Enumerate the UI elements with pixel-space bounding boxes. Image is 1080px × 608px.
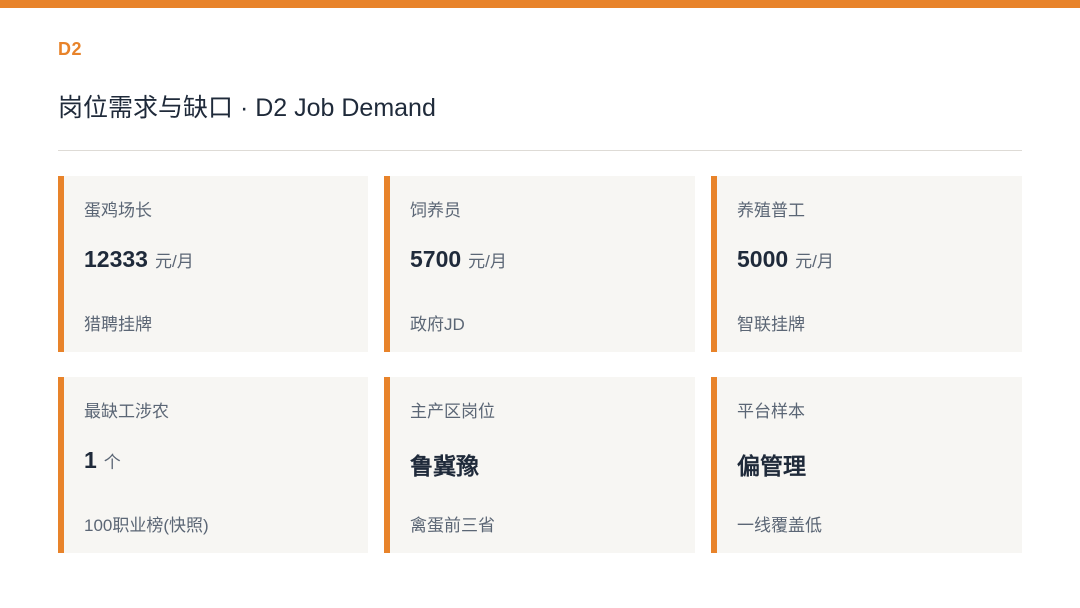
card-source: 政府JD (410, 315, 465, 334)
section-tag: D2 (58, 39, 83, 59)
title-divider (58, 150, 1022, 151)
card-unit: 元/月 (795, 252, 834, 271)
card-label: 平台样本 (737, 402, 805, 421)
card-unit: 个 (103, 453, 121, 472)
card-breeder: 饲养员 5700 元/月 政府JD (384, 176, 695, 352)
card-farm-worker: 养殖普工 5000 元/月 智联挂牌 (711, 176, 1022, 352)
card-value-row: 1 个 (84, 447, 121, 474)
card-value: 偏管理 (737, 453, 806, 479)
card-source: 智联挂牌 (737, 315, 805, 334)
card-value-row: 5700 元/月 (410, 246, 507, 273)
card-value: 1 (84, 447, 97, 473)
card-label: 主产区岗位 (410, 402, 495, 421)
card-label: 饲养员 (410, 201, 461, 220)
card-value-row: 5000 元/月 (737, 246, 834, 273)
card-unit: 元/月 (154, 252, 194, 271)
card-unit: 元/月 (468, 252, 507, 271)
card-label: 最缺工涉农 (84, 402, 169, 421)
card-value: 鲁冀豫 (410, 453, 479, 479)
card-platform-sample: 平台样本 偏管理 一线覆盖低 (711, 377, 1022, 553)
card-source: 禽蛋前三省 (410, 516, 495, 535)
card-source: 猎聘挂牌 (84, 315, 152, 334)
card-source: 100职业榜(快照) (84, 516, 209, 535)
job-demand-card-grid: 蛋鸡场长 12333 元/月 猎聘挂牌 饲养员 5700 元/月 政府JD 养殖… (58, 176, 1022, 553)
card-value-row: 鲁冀豫 (410, 447, 486, 481)
card-value-row: 12333 元/月 (84, 246, 194, 273)
card-value: 5000 (737, 246, 789, 272)
card-value: 12333 (84, 246, 148, 272)
top-accent-bar (0, 0, 1080, 8)
card-shortage-agri-jobs: 最缺工涉农 1 个 100职业榜(快照) (58, 377, 368, 553)
card-label: 蛋鸡场长 (84, 201, 152, 220)
card-egg-farm-manager: 蛋鸡场长 12333 元/月 猎聘挂牌 (58, 176, 368, 352)
card-value-row: 偏管理 (737, 447, 813, 481)
page-title: 岗位需求与缺口 · D2 Job Demand (58, 94, 436, 122)
card-source: 一线覆盖低 (737, 516, 822, 535)
card-main-production-regions: 主产区岗位 鲁冀豫 禽蛋前三省 (384, 377, 695, 553)
card-label: 养殖普工 (737, 201, 805, 220)
card-value: 5700 (410, 246, 462, 272)
